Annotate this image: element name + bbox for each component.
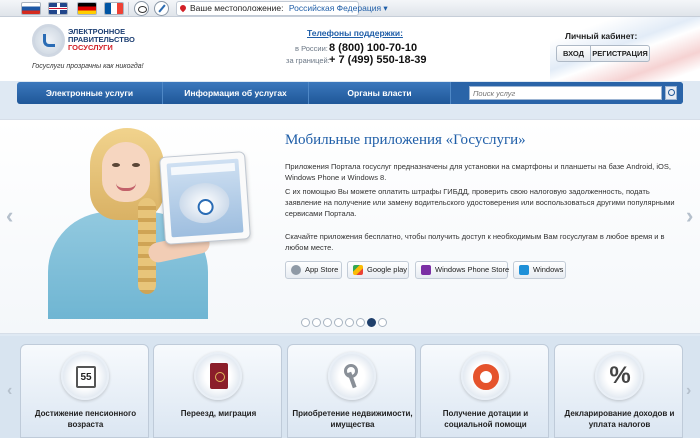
service-label: Переезд, миграция xyxy=(180,409,257,418)
store-label: App Store xyxy=(305,265,339,274)
carousel-dot[interactable] xyxy=(345,318,354,327)
carousel-pagination xyxy=(301,318,389,327)
store-label: Windows Phone Store xyxy=(435,265,510,274)
service-label: Достижение пенсионного возраста xyxy=(34,409,137,429)
nav-item-e-services[interactable]: Электронные услуги xyxy=(17,82,163,104)
divider xyxy=(128,2,129,15)
life-situations: ‹ › 55 Достижение пенсионного возраста П… xyxy=(0,336,700,438)
phone-abroad-label: за границей: xyxy=(286,56,330,65)
banner-text-1: Приложения Портала госуслуг предназначен… xyxy=(285,162,671,182)
windows-phone-store-button[interactable]: Windows Phone Store xyxy=(415,261,510,279)
keys-icon xyxy=(342,364,364,390)
gosuslugi-emblem-icon xyxy=(32,24,65,57)
phones-title[interactable]: Телефоны поддержки: xyxy=(307,28,403,38)
main-nav: Электронные услуги Информация об услугах… xyxy=(17,82,683,104)
register-button[interactable]: РЕГИСТРАЦИЯ xyxy=(591,46,649,61)
percent-icon: % xyxy=(609,362,631,389)
ru-flag-icon[interactable] xyxy=(21,2,41,15)
carousel-dot[interactable] xyxy=(378,318,387,327)
cabinet-title: Личный кабинет: xyxy=(565,31,638,41)
service-social-aid[interactable]: Получение дотации и социальной помощи xyxy=(420,344,549,438)
carousel-dot[interactable] xyxy=(312,318,321,327)
service-label: Приобретение недвижимости, имущества xyxy=(292,409,413,429)
nav-item-service-info[interactable]: Информация об услугах xyxy=(163,82,309,104)
windows-phone-icon xyxy=(421,265,431,275)
phone-ru-label: в России: xyxy=(295,44,328,53)
logo-line3: ГОСУСЛУГИ xyxy=(68,43,113,52)
service-label: Получение дотации и социальной помощи xyxy=(442,409,529,429)
chevron-right-icon[interactable]: › xyxy=(686,382,691,400)
promo-banner: ‹ › Мобильные приложения «Госуслуги» При… xyxy=(0,119,700,334)
search-icon[interactable] xyxy=(665,86,677,100)
app-store-button[interactable]: App Store xyxy=(285,261,342,279)
phone-ru: 8 (800) 100-70-10 xyxy=(329,42,418,54)
slogan: Госуслуги прозрачны как никогда! xyxy=(32,63,144,70)
banner-text-3: Скачайте приложения бесплатно, чтобы пол… xyxy=(285,232,665,252)
carousel-dot[interactable] xyxy=(323,318,332,327)
chevron-left-icon[interactable]: ‹ xyxy=(6,205,16,227)
carousel-dot[interactable] xyxy=(334,318,343,327)
search-input[interactable] xyxy=(469,86,662,100)
location-value[interactable]: Российская Федерация xyxy=(289,3,381,13)
chevron-left-icon[interactable]: ‹ xyxy=(7,382,12,400)
windows-icon xyxy=(519,265,529,275)
top-bar: Ваше местоположение: Российская Федераци… xyxy=(0,0,700,17)
passport-icon xyxy=(210,363,228,389)
store-label: Windows xyxy=(533,265,564,274)
service-pension[interactable]: 55 Достижение пенсионного возраста xyxy=(20,344,149,438)
store-label: Google play xyxy=(367,265,408,274)
fr-flag-icon[interactable] xyxy=(104,2,124,15)
search-box xyxy=(451,82,683,104)
google-play-button[interactable]: Google play xyxy=(347,261,409,279)
location-label: Ваше местоположение: xyxy=(190,3,284,13)
carousel-dot[interactable] xyxy=(301,318,310,327)
carousel-dot[interactable] xyxy=(367,318,376,327)
google-play-icon xyxy=(353,265,363,275)
cabinet-buttons: ВХОД РЕГИСТРАЦИЯ xyxy=(556,45,650,62)
de-flag-icon[interactable] xyxy=(77,2,97,15)
windows-store-button[interactable]: Windows xyxy=(513,261,566,279)
accessibility-eye-icon[interactable] xyxy=(134,1,149,16)
banner-title[interactable]: Мобильные приложения «Госуслуги» xyxy=(285,132,526,149)
banner-text-2: С их помощью Вы можете оплатить штрафы Г… xyxy=(285,187,675,218)
compass-icon[interactable] xyxy=(154,1,169,16)
calendar-icon: 55 xyxy=(76,366,96,388)
chevron-right-icon[interactable]: › xyxy=(686,205,696,227)
service-label: Декларирование доходов и уплата налогов xyxy=(564,409,675,429)
carousel-dot[interactable] xyxy=(356,318,365,327)
en-flag-icon[interactable] xyxy=(48,2,68,15)
service-migration[interactable]: Переезд, миграция xyxy=(153,344,282,438)
login-button[interactable]: ВХОД xyxy=(557,46,591,61)
apple-icon xyxy=(291,265,301,275)
tablet-image xyxy=(159,151,251,245)
logo[interactable]: ЭЛЕКТРОННОЕ ПРАВИТЕЛЬСТВО ГОСУСЛУГИ Госу… xyxy=(32,24,147,72)
nav-item-authorities[interactable]: Органы власти xyxy=(309,82,451,104)
service-property[interactable]: Приобретение недвижимости, имущества xyxy=(287,344,416,438)
chevron-down-icon: ▾ xyxy=(383,3,388,13)
location-pin-icon xyxy=(178,3,188,13)
phone-abroad: + 7 (499) 550-18-39 xyxy=(329,54,427,66)
header: ЭЛЕКТРОННОЕ ПРАВИТЕЛЬСТВО ГОСУСЛУГИ Госу… xyxy=(0,17,700,81)
service-taxes[interactable]: % Декларирование доходов и уплата налого… xyxy=(554,344,683,438)
lifebuoy-icon xyxy=(473,364,499,390)
location-selector[interactable]: Ваше местоположение: Российская Федераци… xyxy=(176,1,388,16)
